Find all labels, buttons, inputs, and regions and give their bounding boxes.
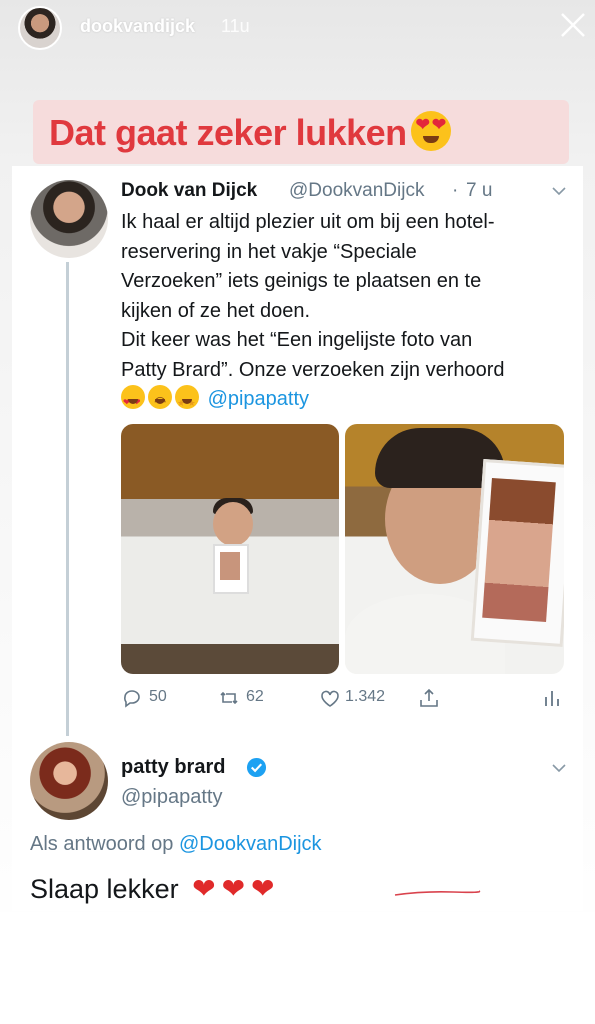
reply-text: Slaap lekker ❤ ❤ ❤ (30, 872, 275, 905)
tweet-line: Verzoeken” iets geinigs te plaatsen en t… (121, 270, 482, 292)
heart-eyes-emoji-icon (410, 111, 451, 151)
red-underline-doodle (394, 890, 481, 896)
thread-line (66, 262, 69, 736)
tweet-author-handle[interactable]: @DookvanDijck (289, 180, 424, 202)
like-icon[interactable] (319, 687, 341, 709)
heart-icon: ❤ (221, 873, 246, 904)
heart-eyes-emoji-icon (121, 385, 145, 418)
photo-person-face (213, 502, 253, 546)
reply-author-handle[interactable]: @pipapatty (121, 786, 222, 809)
story-time: 11u (221, 16, 250, 36)
chevron-down-icon[interactable] (551, 760, 567, 776)
tweet-author-name[interactable]: Dook van Dijck (121, 180, 257, 202)
tweet-time[interactable]: 7 u (466, 180, 492, 202)
story-username[interactable]: dookvandijck (80, 16, 195, 37)
story-header: dookvandijck 11u (0, 0, 595, 60)
caption-sticker: Dat gaat zeker lukken (33, 100, 569, 164)
photo-frame-picture (482, 477, 556, 623)
photo-frame-picture (220, 552, 240, 580)
share-icon[interactable] (418, 687, 440, 709)
rofl-emoji-icon (148, 385, 172, 417)
tweet-mention[interactable]: @pipapatty (208, 388, 309, 410)
tweet-line-emoji: @pipapatty (121, 385, 571, 419)
like-count: 1.342 (345, 688, 386, 705)
reply-author-name[interactable]: patty brard (121, 756, 225, 779)
tweet-photo-selfie[interactable] (345, 424, 564, 674)
analytics-icon[interactable] (541, 687, 563, 709)
retweet-count: 62 (246, 688, 264, 705)
close-icon[interactable] (558, 10, 588, 40)
tweet-text: Ik haal er altijd plezier uit om bij een… (121, 208, 571, 419)
chevron-down-icon[interactable] (551, 183, 567, 199)
tweet-line: Patty Brard”. Onze verzoeken zijn verhoo… (121, 358, 505, 381)
tweet-line: reservering in het vakje “Speciale (121, 240, 417, 263)
reply-count: 50 (149, 688, 167, 705)
heart-icon: ❤ (251, 873, 275, 904)
reply-text-content: Slaap lekker (30, 874, 179, 904)
verified-badge-icon (246, 757, 267, 778)
retweet-icon[interactable] (218, 687, 240, 709)
story-avatar[interactable] (18, 6, 62, 50)
avatar[interactable] (30, 180, 108, 258)
tweet-separator: · (452, 180, 459, 201)
heart-icon: ❤ (192, 873, 216, 904)
reply-context: Als antwoord op @DookvanDijck (30, 833, 322, 856)
tweet-line: Ik haal er altijd plezier uit om bij een… (121, 211, 495, 233)
tweet-photo-bed[interactable] (121, 424, 339, 674)
reply-context-mention[interactable]: @DookvanDijck (179, 833, 322, 855)
tweet-line: kijken of ze het doen. (121, 299, 311, 322)
reply-context-prefix: Als antwoord op (30, 833, 174, 855)
tweet-line: Dit keer was het “Een ingelijste foto va… (121, 329, 473, 351)
story-bottom-area (0, 912, 595, 1024)
avatar[interactable] (30, 742, 108, 820)
star-struck-emoji-icon (175, 385, 199, 419)
reply-icon[interactable] (121, 687, 143, 709)
caption-text: Dat gaat zeker lukken (49, 111, 451, 154)
